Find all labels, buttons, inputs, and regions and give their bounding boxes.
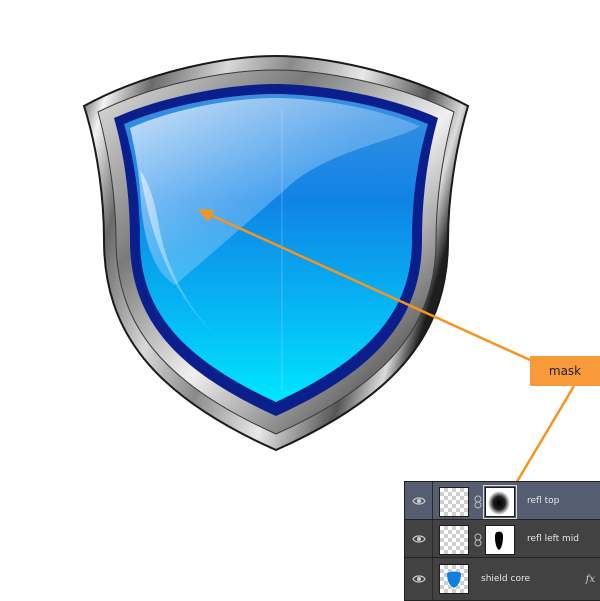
layer-name: refl left mid (527, 534, 579, 544)
layer-row-refl-left-mid[interactable]: refl left mid (405, 520, 600, 558)
eye-icon (411, 496, 426, 505)
black-shape-mask-icon (495, 531, 503, 550)
layer-mask-thumbnail[interactable] (483, 485, 517, 519)
link-chain-icon[interactable] (473, 494, 483, 510)
eye-icon (411, 575, 426, 583)
blue-shield-thumbnail-icon (447, 571, 461, 588)
layer-thumbnail[interactable] (439, 564, 469, 594)
layers-panel: refl top refl left mid shield core fx (404, 481, 600, 601)
link-chain-icon[interactable] (473, 532, 483, 548)
mask-callout-label: mask (530, 356, 600, 386)
layer-visibility-toggle[interactable] (405, 558, 433, 600)
layer-name: shield core (481, 574, 530, 584)
layer-mask-thumbnail[interactable] (485, 525, 515, 555)
eye-icon (411, 534, 426, 543)
layer-name: refl top (527, 496, 560, 506)
layer-visibility-toggle[interactable] (405, 482, 433, 519)
layer-row-shield-core[interactable]: shield core fx (405, 558, 600, 601)
layer-thumbnail[interactable] (439, 487, 469, 517)
layer-effects-icon[interactable]: fx (586, 558, 595, 601)
layer-row-refl-top[interactable]: refl top (405, 482, 600, 520)
soft-black-blob-mask-icon (488, 491, 510, 515)
layer-visibility-toggle[interactable] (405, 520, 433, 557)
layer-thumbnail[interactable] (439, 525, 469, 555)
